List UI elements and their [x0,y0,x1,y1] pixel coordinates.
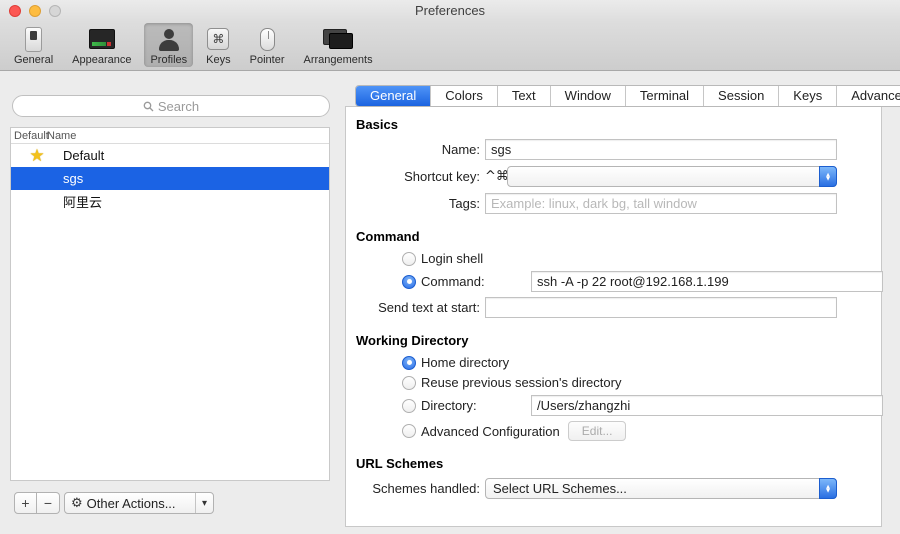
chevron-down-icon: ▾ [195,493,213,513]
profile-name: Default [63,148,105,163]
mouse-icon [259,27,275,51]
schemes-handled-label: Schemes handled: [372,481,480,496]
tags-field[interactable] [485,193,837,214]
other-actions-label: Other Actions... [86,495,176,511]
url-schemes-dropdown[interactable]: Select URL Schemes... ▲ ▼ [485,478,837,499]
toolbar-item-label: Arrangements [303,54,373,66]
tab-session[interactable]: Session [703,86,778,106]
profile-row-sgs[interactable]: sgs [11,167,329,190]
zoom-button[interactable] [49,5,61,17]
close-button[interactable] [9,5,21,17]
remove-profile-button[interactable]: − [37,492,60,514]
send-text-label: Send text at start: [378,300,480,315]
dropdown-arrows-icon: ▲ ▼ [819,166,837,187]
profile-list-controls: + − ⚙ Other Actions... ▾ [14,492,214,514]
login-shell-radio[interactable] [402,251,416,266]
profile-list: Default Name ★ Default sgs 阿里云 [10,127,330,481]
light-switch-icon [25,26,43,52]
reuse-directory-label: Reuse previous session's directory [421,375,622,390]
general-tab-panel: Basics Name: Shortcut key: ^⌘ ▲▼ Tags: C… [345,106,883,527]
command-label: Command: [421,274,485,289]
name-label: Name: [441,142,480,157]
windows-stack-icon [323,29,354,49]
shortcut-modifier-text: ^⌘ [485,169,509,184]
command-radio[interactable] [402,274,416,289]
toolbar-item-label: Pointer [249,54,285,66]
profile-list-header: Default Name [11,128,329,144]
directory-field[interactable] [531,395,883,416]
toolbar-item-label: Keys [206,54,231,66]
add-profile-button[interactable]: + [14,492,37,514]
shortcut-key-dropdown[interactable]: ▲ ▼ [507,166,837,187]
toolbar-item-label: Appearance [72,54,132,66]
reuse-directory-radio[interactable] [402,375,416,390]
default-star-icon: ★ [29,145,45,166]
tab-general[interactable]: General [356,86,431,106]
column-header-default: Default [14,129,49,142]
edit-button[interactable]: Edit... [567,421,627,441]
basics-heading: Basics [356,117,398,132]
toolbar-item-appearance[interactable]: Appearance [66,23,137,67]
toolbar-item-label: Profiles [150,54,188,66]
tab-window[interactable]: Window [549,86,625,106]
profile-row-aliyun[interactable]: 阿里云 [11,190,329,213]
tab-terminal[interactable]: Terminal [624,86,703,106]
shortcut-key-label: Shortcut key: [404,169,480,184]
name-field[interactable] [485,139,837,160]
dropdown-arrows-icon: ▲ ▼ [819,478,837,499]
profile-row-default[interactable]: ★ Default [11,144,329,167]
directory-radio[interactable] [402,398,416,413]
minimize-button[interactable] [29,5,41,17]
toolbar-item-pointer[interactable]: Pointer [244,23,291,67]
toolbar-item-general[interactable]: General [8,23,59,67]
tab-text[interactable]: Text [496,86,550,106]
toolbar-item-label: General [14,54,54,66]
advanced-configuration-radio[interactable] [402,424,416,438]
toolbar-item-arrangements[interactable]: Arrangements [297,23,378,67]
home-directory-label: Home directory [421,355,510,370]
display-icon [88,29,115,49]
titlebar: Preferences [0,0,900,22]
command-keycap-icon: ⌘ [207,28,230,50]
working-directory-heading: Working Directory [356,333,469,348]
login-shell-label: Login shell [421,251,484,266]
gear-icon: ⚙ [71,495,83,511]
home-directory-radio[interactable] [402,355,416,370]
url-schemes-heading: URL Schemes [356,456,444,471]
search-icon [143,101,154,111]
preferences-toolbar: General Appearance Profiles ⌘ Keys Point… [0,22,900,71]
toolbar-item-keys[interactable]: ⌘ Keys [200,23,236,67]
window-title: Preferences [414,3,486,18]
url-schemes-selected-value: Select URL Schemes... [493,481,627,496]
person-icon [157,27,181,52]
column-header-name: Name [47,129,77,142]
other-actions-button[interactable]: ⚙ Other Actions... ▾ [64,492,214,514]
command-field[interactable] [531,271,883,292]
tags-label: Tags: [448,196,480,211]
profile-name: sgs [63,171,84,186]
profile-tabbar: General Colors Text Window Terminal Sess… [355,85,900,107]
profile-name: 阿里云 [63,195,103,210]
send-text-field[interactable] [485,297,837,318]
tab-advanced[interactable]: Advanced [836,86,900,106]
search-placeholder: Search [157,98,200,114]
advanced-configuration-label: Advanced Configuration [421,423,560,439]
tab-colors[interactable]: Colors [430,86,497,106]
tab-keys[interactable]: Keys [778,86,836,106]
directory-label: Directory: [421,398,477,413]
search-input[interactable]: Search [12,95,330,117]
toolbar-item-profiles[interactable]: Profiles [144,23,194,67]
command-heading: Command [356,229,420,244]
